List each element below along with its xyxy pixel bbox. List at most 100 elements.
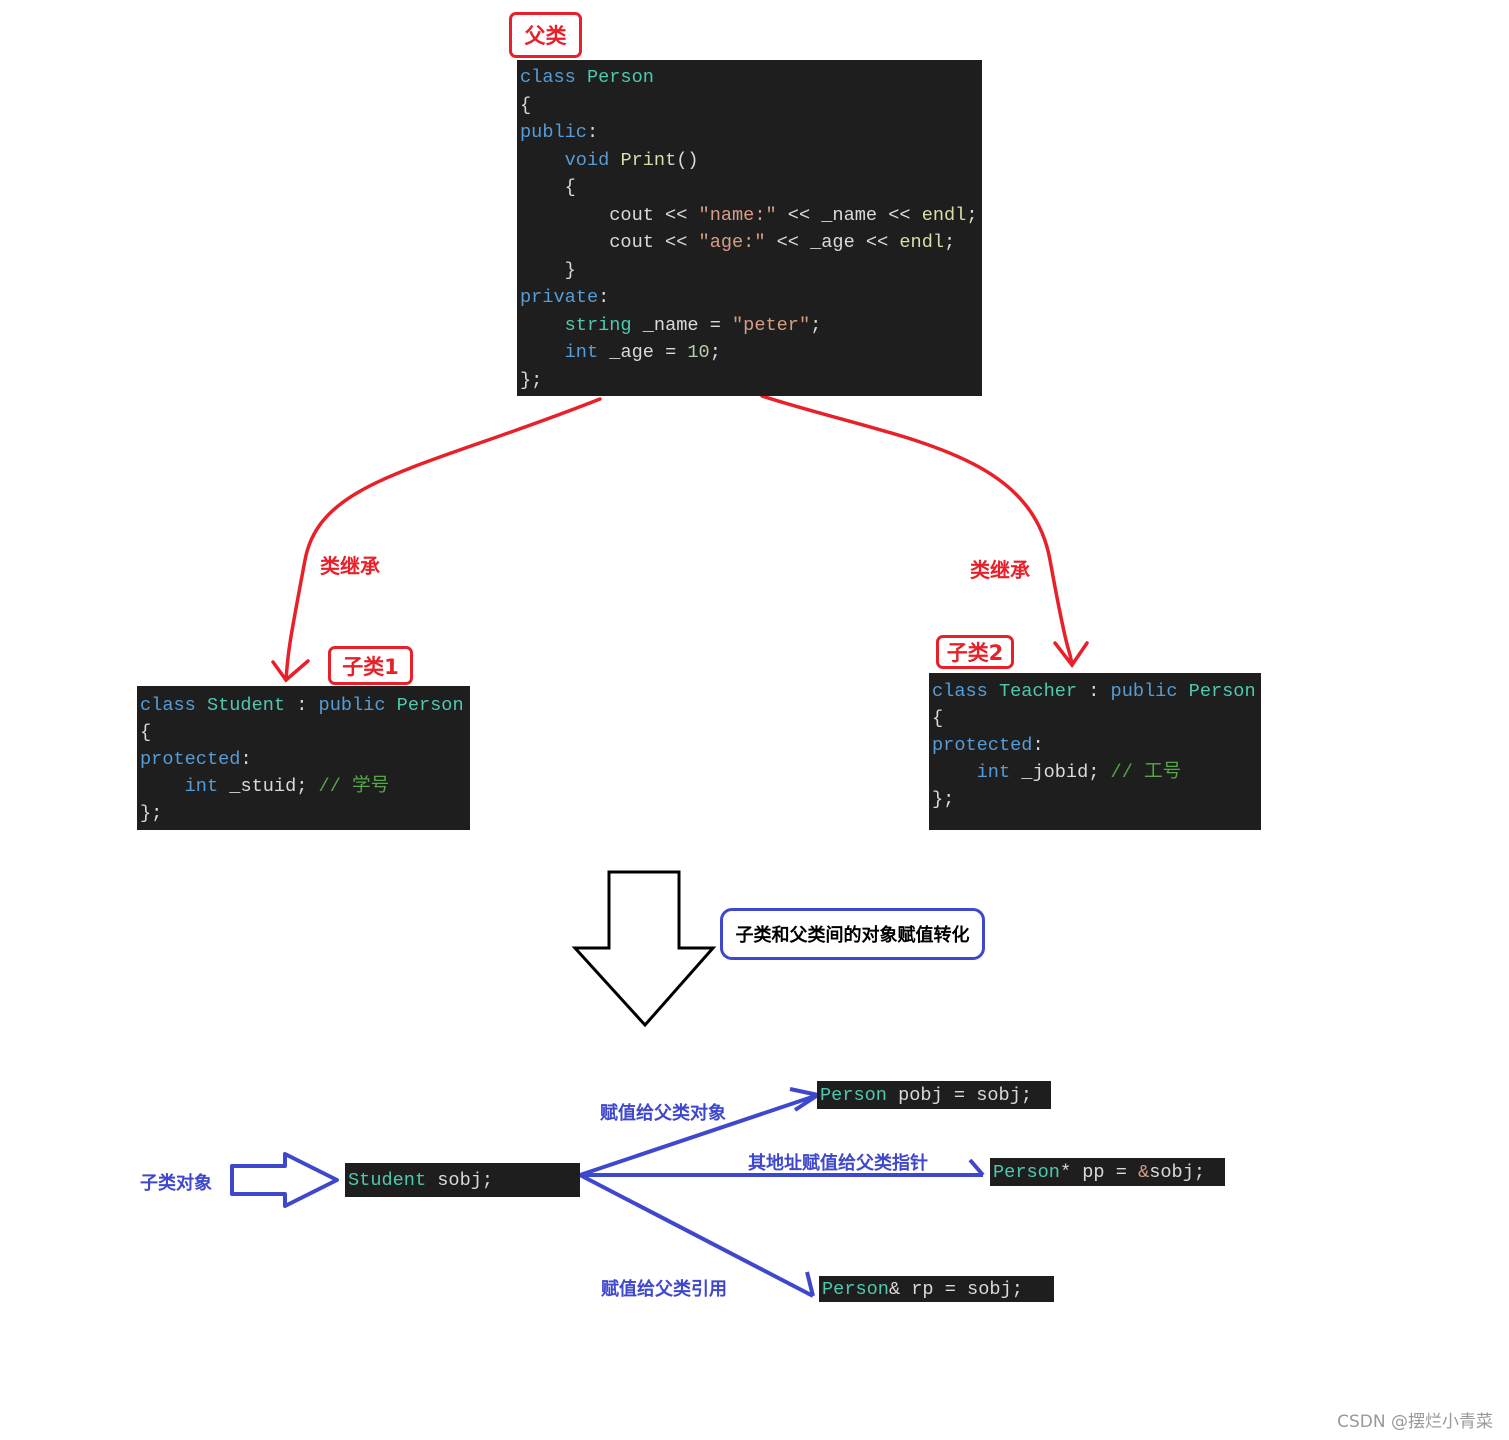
code-token: public (1110, 681, 1189, 702)
code-line: Person* pp = &sobj; (993, 1159, 1205, 1186)
code-token: void (564, 149, 621, 171)
code-token: * pp = (1059, 1162, 1139, 1183)
code-token: // 学号 (318, 776, 390, 797)
teacher-class-code: class Teacher : public Person { protected:… (929, 673, 1261, 830)
code-token: { (520, 94, 532, 116)
code-line: int _stuid; // 学号 (140, 773, 390, 800)
code-token: << _age << (765, 232, 900, 253)
code-token: pobj = sobj; (898, 1085, 1033, 1106)
code-token: Person (1188, 681, 1256, 702)
code-token: _age = (609, 342, 688, 363)
right-arrow-icon (230, 1152, 339, 1208)
code-token: : (1088, 681, 1111, 702)
code-line: private: (520, 284, 609, 311)
code-token: Person (586, 67, 654, 88)
code-line: void Print() (520, 147, 699, 174)
code-token: { (520, 177, 576, 198)
code-line: class Student : public Person (140, 692, 464, 719)
code-line: class Person (520, 64, 654, 91)
code-token: _stuid; (229, 776, 319, 797)
code-token: _name = (642, 314, 733, 336)
code-token: "name:" (698, 204, 777, 226)
code-line: Person& rp = sobj; (822, 1276, 1023, 1303)
arrowhead-left (271, 659, 310, 683)
code-token: public (520, 122, 587, 143)
code-token: }; (140, 803, 163, 824)
code-line: cout << "name:" << _name << endl; (520, 202, 978, 229)
code-token: cout << (520, 232, 699, 253)
code-token: { (140, 722, 152, 743)
code-line: }; (520, 367, 542, 394)
code-line: protected: (932, 732, 1044, 759)
code-token: int (564, 342, 610, 363)
assign-pointer-label: 其地址赋值给父类指针 (748, 1153, 928, 1174)
watermark: CSDN @摆烂小青菜 (1337, 1412, 1493, 1432)
code-token: class (520, 67, 587, 88)
code-token: int (184, 776, 230, 797)
code-line: }; (932, 786, 954, 813)
code-token: } (520, 259, 576, 281)
code-line: { (140, 719, 151, 746)
code-token: : (1032, 735, 1044, 756)
code-token: Person (396, 695, 464, 716)
code-token: : (296, 695, 319, 716)
code-line: { (520, 92, 531, 119)
code-token: ; (944, 232, 956, 253)
code-token: Person (993, 1162, 1060, 1183)
down-arrow-icon (571, 870, 717, 1028)
inherit-label-left: 类继承 (320, 554, 380, 578)
code-line: Student sobj; (348, 1167, 493, 1194)
code-line: Person pobj = sobj; (820, 1082, 1032, 1109)
code-token: Student (206, 695, 297, 716)
code-token: ; (810, 314, 822, 336)
code-token: class (932, 681, 999, 702)
assign-object-label: 赋值给父类对象 (600, 1103, 726, 1124)
code-token: Student (348, 1170, 438, 1191)
code-token: string (564, 314, 643, 336)
code-token: ; (966, 204, 978, 226)
code-token: Person (822, 1279, 889, 1300)
child1-label: 子类1 (328, 646, 413, 685)
code-line: class Teacher : public Person (932, 678, 1256, 705)
code-token: // 工号 (1110, 762, 1182, 783)
code-token: }; (520, 369, 543, 391)
code-token: private (520, 287, 599, 308)
code-token: Teacher (998, 681, 1089, 702)
code-token: ; (709, 342, 721, 363)
child-object-label: 子类对象 (140, 1173, 212, 1194)
student-class-code: class Student : public Person { protected:… (137, 686, 470, 830)
code-token: Person (820, 1085, 899, 1106)
inherit-arrow-left (284, 397, 602, 682)
code-token: int (976, 762, 1022, 783)
diagram: 父类 class Person { public: void Print() { c… (0, 0, 1509, 1440)
code-token: class (140, 695, 207, 716)
code-line: string _name = "peter"; (520, 312, 822, 339)
code-line: cout << "age:" << _age << endl; (520, 229, 955, 256)
code-line: { (520, 174, 576, 201)
parent-class-label: 父类 (509, 12, 582, 58)
rp-code: Person& rp = sobj; (819, 1276, 1054, 1302)
inherit-label-right: 类继承 (970, 558, 1030, 582)
code-token: public (318, 695, 397, 716)
code-token: cout << (520, 204, 699, 226)
code-token: : (240, 749, 252, 770)
conversion-title: 子类和父类间的对象赋值转化 (720, 908, 985, 960)
code-line: } (520, 257, 576, 284)
code-token: << _name << (776, 204, 922, 226)
child2-label: 子类2 (936, 635, 1014, 669)
code-line: }; (140, 800, 162, 827)
code-token: () (676, 149, 699, 171)
sobj-code: Student sobj; (345, 1163, 580, 1197)
code-token: 10 (687, 342, 710, 363)
code-line: protected: (140, 746, 252, 773)
code-token: { (932, 708, 944, 729)
code-token: : (598, 287, 610, 308)
code-token: _jobid; (1021, 762, 1111, 783)
code-token: : (586, 122, 599, 143)
code-line: int _jobid; // 工号 (932, 759, 1182, 786)
